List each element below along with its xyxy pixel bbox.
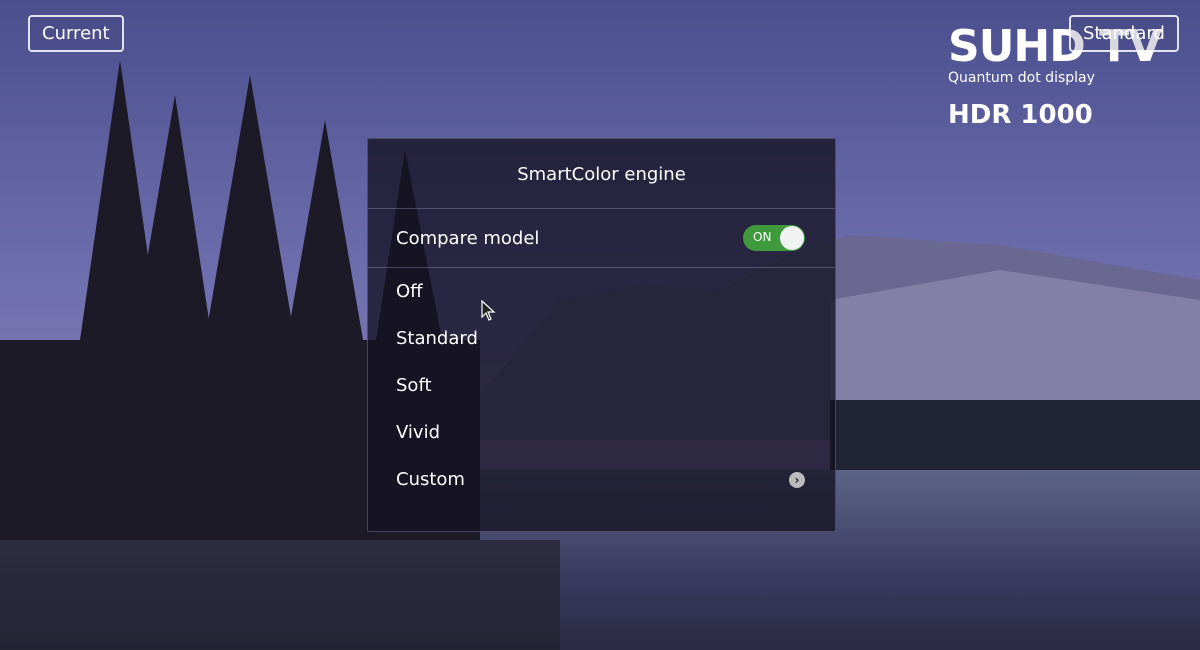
option-vivid[interactable]: Vivid: [368, 409, 835, 456]
current-button[interactable]: Current: [28, 15, 124, 52]
panel-title: SmartColor engine: [368, 139, 835, 209]
option-label: Soft: [396, 375, 432, 396]
compare-model-toggle[interactable]: ON: [743, 225, 805, 251]
option-soft[interactable]: Soft: [368, 362, 835, 409]
toggle-state: ON: [753, 230, 771, 244]
option-label: Custom: [396, 469, 465, 490]
option-label: Off: [396, 281, 423, 302]
option-label: Vivid: [396, 422, 440, 443]
compare-model-row[interactable]: Compare model ON: [368, 209, 835, 268]
smartcolor-panel: SmartColor engine Compare model ON Off S…: [367, 138, 836, 532]
option-custom[interactable]: Custom ›: [368, 456, 835, 503]
compare-model-label: Compare model: [396, 228, 539, 249]
standard-button[interactable]: Standard: [1069, 15, 1179, 52]
option-standard[interactable]: Standard: [368, 315, 835, 362]
brand-subtitle: Quantum dot display: [948, 70, 1161, 86]
brand-hdr: HDR 1000: [948, 100, 1161, 130]
toggle-knob: [780, 226, 804, 250]
mouse-cursor-icon: [481, 300, 497, 322]
option-off[interactable]: Off: [368, 268, 835, 315]
chevron-right-icon: ›: [789, 472, 805, 488]
option-label: Standard: [396, 328, 478, 349]
